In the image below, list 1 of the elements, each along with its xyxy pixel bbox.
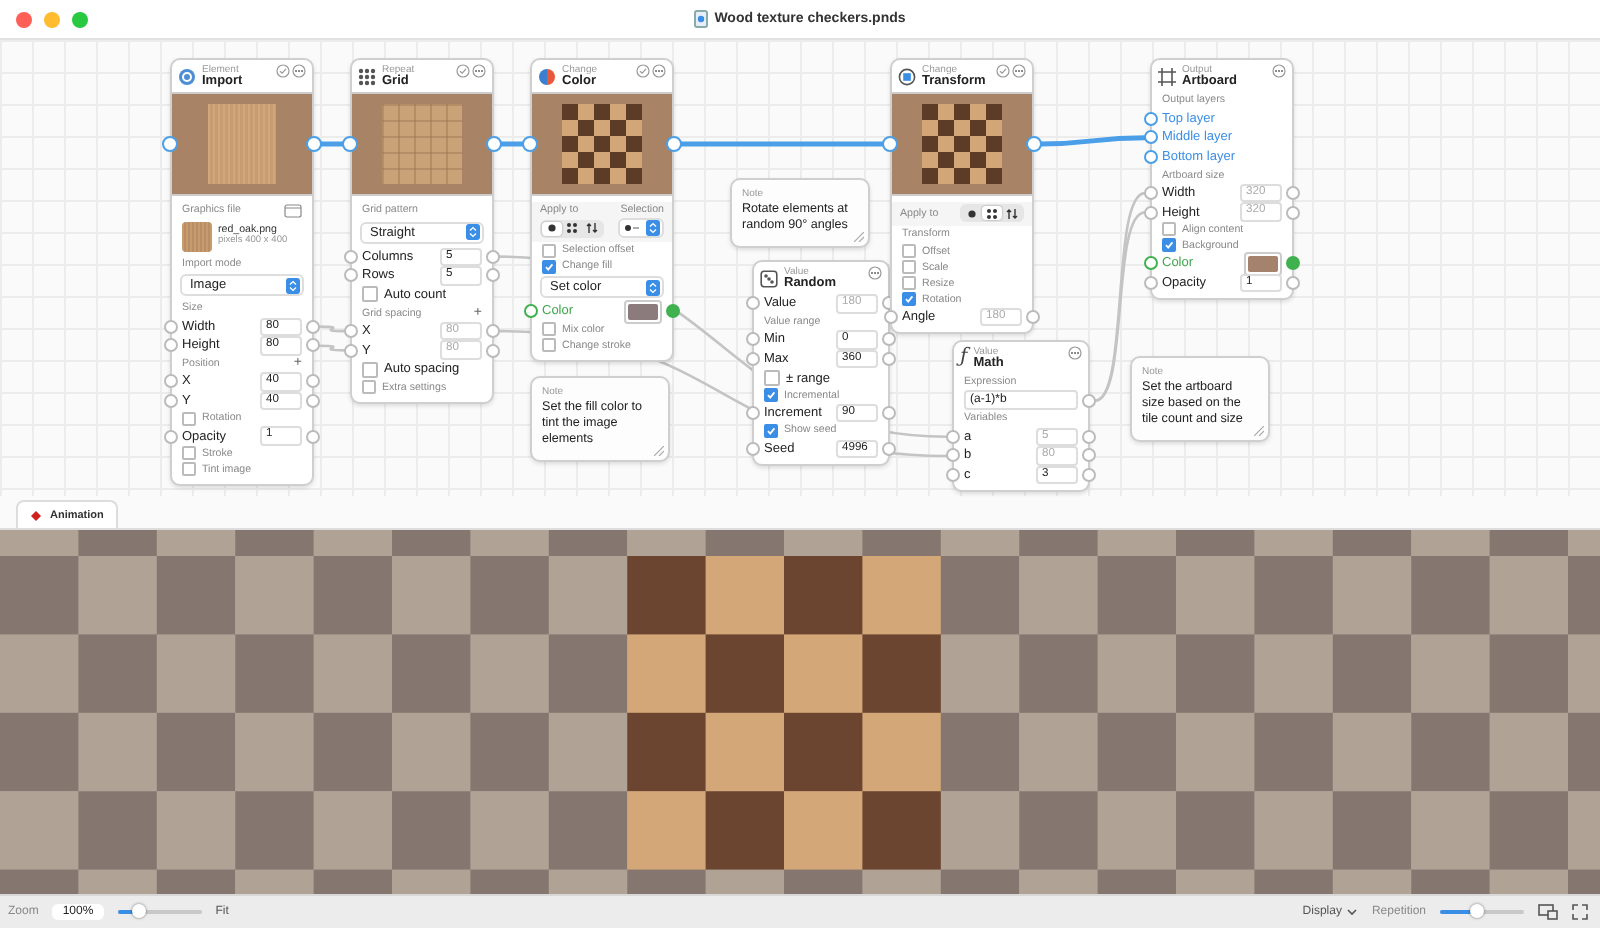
function-symbol: ƒ	[960, 348, 968, 368]
